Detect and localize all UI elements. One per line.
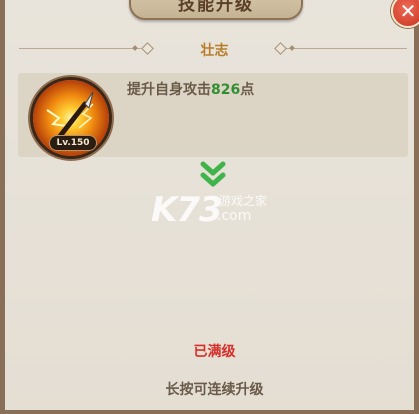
effect-value: 826 bbox=[211, 82, 241, 98]
skill-upgrade-dialog: 技能升级 ✕ 壮志 Lv.150 提升自身攻击826点 K73 游戏之家 .co… bbox=[0, 0, 419, 414]
watermark-domain: .com bbox=[217, 208, 252, 224]
effect-suffix: 点 bbox=[240, 82, 255, 98]
dialog-title: 技能升级 bbox=[129, 0, 303, 20]
skill-level-badge: Lv.150 bbox=[49, 135, 97, 151]
max-level-status: 已满级 bbox=[193, 344, 236, 360]
skill-effect-text: 提升自身攻击826点 bbox=[127, 79, 254, 99]
double-chevron-down-icon bbox=[200, 161, 226, 187]
watermark: K73 游戏之家 .com bbox=[151, 190, 267, 230]
close-icon: ✕ bbox=[399, 0, 417, 23]
effect-prefix: 提升自身攻击 bbox=[127, 82, 211, 98]
skill-name: 壮志 bbox=[200, 43, 229, 59]
watermark-site-name: 游戏之家 bbox=[219, 194, 268, 208]
watermark-brand: K73 bbox=[151, 190, 223, 230]
close-button[interactable]: ✕ bbox=[391, 0, 419, 28]
hold-upgrade-hint[interactable]: 长按可连续升级 bbox=[5, 379, 419, 399]
